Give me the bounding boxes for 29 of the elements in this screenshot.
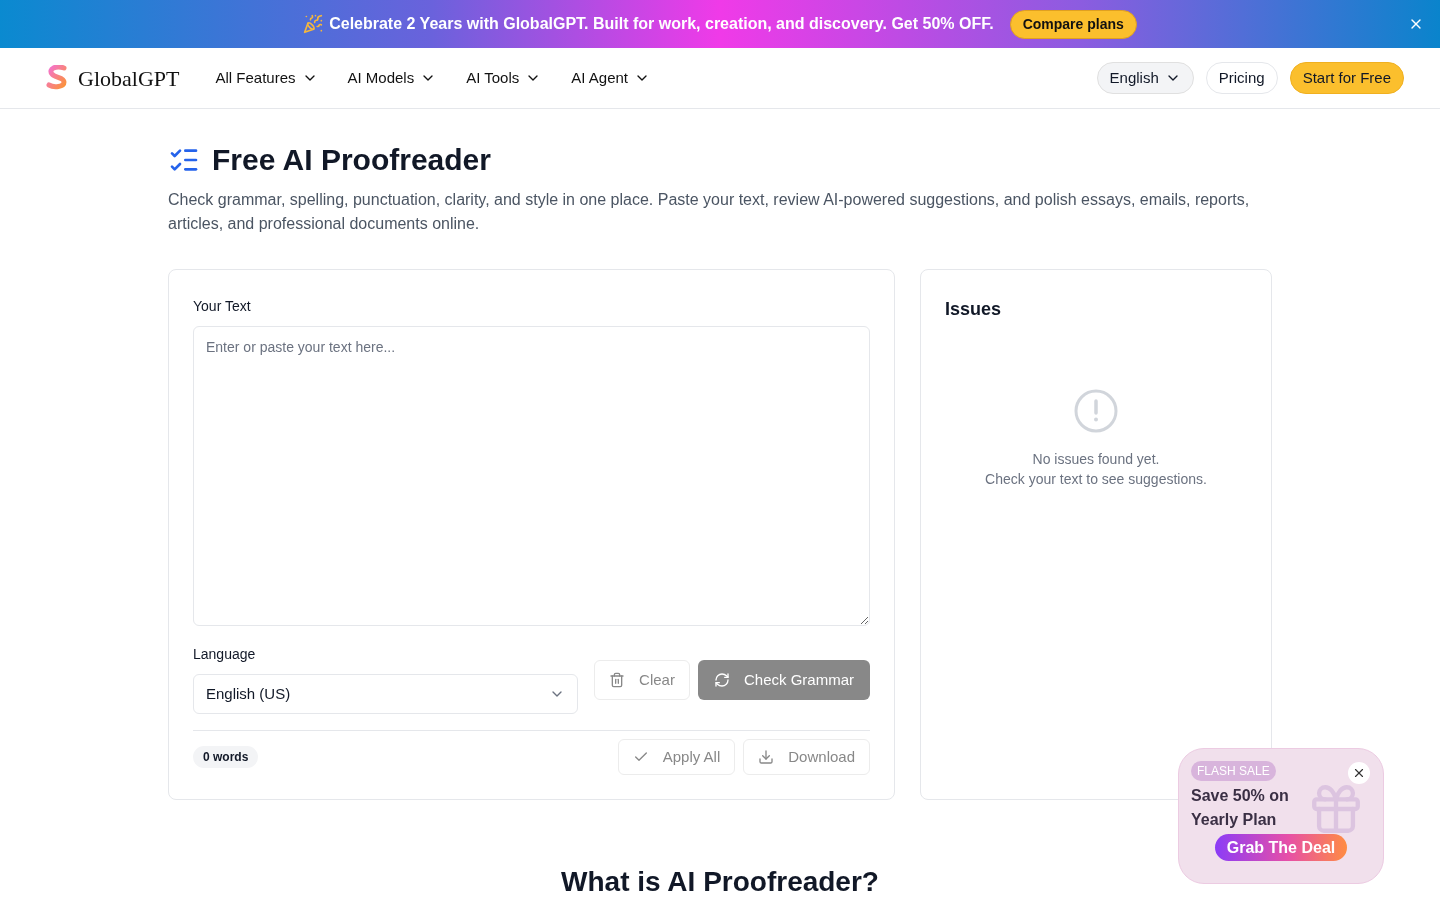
brand-name: GlobalGPT xyxy=(78,64,180,93)
grab-deal-button[interactable]: Grab The Deal xyxy=(1214,834,1348,861)
download-icon xyxy=(758,749,775,765)
text-input[interactable]: Enter or paste your text here... xyxy=(193,326,870,626)
banner-text: Celebrate 2 Years with GlobalGPT. Built for work, creation, and discovery. Get 50% OFF. xyxy=(329,14,994,34)
nav-menu[interactable]: AI Models xyxy=(347,66,437,90)
language-label: Language xyxy=(193,646,257,662)
nav-menu[interactable]: AI Tools xyxy=(466,66,542,90)
trash-icon xyxy=(609,672,626,688)
nav-menu[interactable]: AI Agent xyxy=(571,66,650,90)
party-popper-icon xyxy=(303,14,324,34)
start-free-button[interactable]: Start for Free xyxy=(1289,62,1404,94)
nav-menu[interactable]: All Features xyxy=(215,66,318,90)
flash-sale-badge: FLASH SALE xyxy=(1191,761,1276,781)
language-select[interactable]: English (US) xyxy=(193,674,579,714)
section-heading: What is AI Proofreader? xyxy=(560,865,880,899)
page-title: Free AI Proofreader xyxy=(212,142,491,178)
alert-circle-icon xyxy=(1074,389,1118,433)
promo-title: Save 50% on Yearly Plan xyxy=(1191,786,1290,830)
empty-state-text: No issues found yet. xyxy=(1032,450,1160,469)
empty-state-text: Check your text to see suggestions. xyxy=(985,470,1207,489)
issues-title: Issues xyxy=(945,298,1003,321)
page-description: Check grammar, spelling, punctuation, clarity, and style in one place. Paste your text, review AI-powered suggestions, and polish essays, emails, reports, articles, and professional documents online. xyxy=(168,190,1251,234)
refresh-icon xyxy=(713,672,730,688)
language-dropdown[interactable]: English xyxy=(1096,62,1194,94)
compare-plans-button[interactable]: Compare plans xyxy=(1009,9,1137,39)
word-count-badge: 0 words xyxy=(193,746,259,768)
text-label: Your Text xyxy=(193,298,252,314)
close-icon[interactable] xyxy=(1348,762,1370,784)
